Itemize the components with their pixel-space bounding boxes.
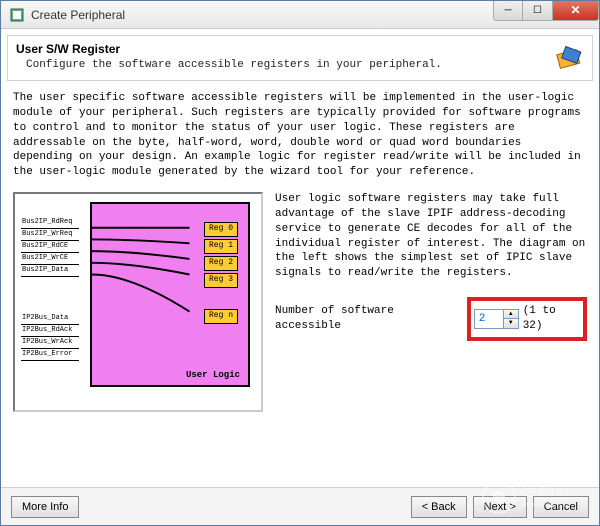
register-count-spinner[interactable]: ▲ ▼: [474, 309, 519, 329]
maximize-button[interactable]: ☐: [523, 1, 553, 21]
signal-label: Bus2IP_RdReq: [21, 218, 79, 228]
page-title: User S/W Register: [16, 42, 552, 56]
signal-label: IP2Bus_Error: [21, 350, 79, 360]
titlebar[interactable]: Create Peripheral ─ ☐ ✕: [1, 1, 599, 29]
page-subtitle: Configure the software accessible regist…: [16, 59, 552, 71]
window-controls: ─ ☐ ✕: [493, 1, 599, 21]
signal-label: Bus2IP_WrReq: [21, 230, 79, 240]
app-icon: [9, 7, 25, 23]
content-area: The user specific software accessible re…: [1, 81, 599, 487]
register-count-row: Number of software accessible ▲ ▼ (1 to …: [275, 297, 587, 341]
intro-text: The user specific software accessible re…: [13, 91, 587, 180]
signal-label: IP2Bus_Data: [21, 314, 79, 324]
register-count-range: (1 to 32): [523, 304, 580, 334]
back-button[interactable]: < Back: [411, 496, 467, 518]
register-count-label: Number of software accessible: [275, 304, 463, 334]
description-text: User logic software registers may take f…: [275, 192, 587, 281]
spinner-up-button[interactable]: ▲: [504, 310, 518, 319]
signal-label: Bus2IP_Data: [21, 266, 79, 276]
register-count-input[interactable]: [475, 310, 503, 328]
diagram-wires: [92, 204, 248, 385]
dialog-window: Create Peripheral ─ ☐ ✕ User S/W Registe…: [0, 0, 600, 526]
spinner-down-button[interactable]: ▼: [504, 319, 518, 328]
cancel-button[interactable]: Cancel: [533, 496, 589, 518]
next-button[interactable]: Next >: [473, 496, 527, 518]
user-logic-block: Reg 0 Reg 1 Reg 2 Reg 3 Reg n User Logic: [90, 202, 250, 387]
signal-label: Bus2IP_WrCE: [21, 254, 79, 264]
window-title: Create Peripheral: [31, 8, 493, 22]
more-info-button[interactable]: More Info: [11, 496, 79, 518]
wizard-icon: [552, 42, 584, 74]
diagram: Reg 0 Reg 1 Reg 2 Reg 3 Reg n User Logic…: [13, 192, 263, 412]
signal-label: IP2Bus_RdAck: [21, 326, 79, 336]
wizard-header: User S/W Register Configure the software…: [7, 35, 593, 81]
signal-label: Bus2IP_RdCE: [21, 242, 79, 252]
signal-label: IP2Bus_WrAck: [21, 338, 79, 348]
highlight-box: ▲ ▼ (1 to 32): [467, 297, 587, 341]
right-column: User logic software registers may take f…: [275, 192, 587, 412]
close-button[interactable]: ✕: [553, 1, 599, 21]
minimize-button[interactable]: ─: [493, 1, 523, 21]
wizard-footer: More Info < Back Next > Cancel 电子发烧友 www…: [1, 487, 599, 525]
